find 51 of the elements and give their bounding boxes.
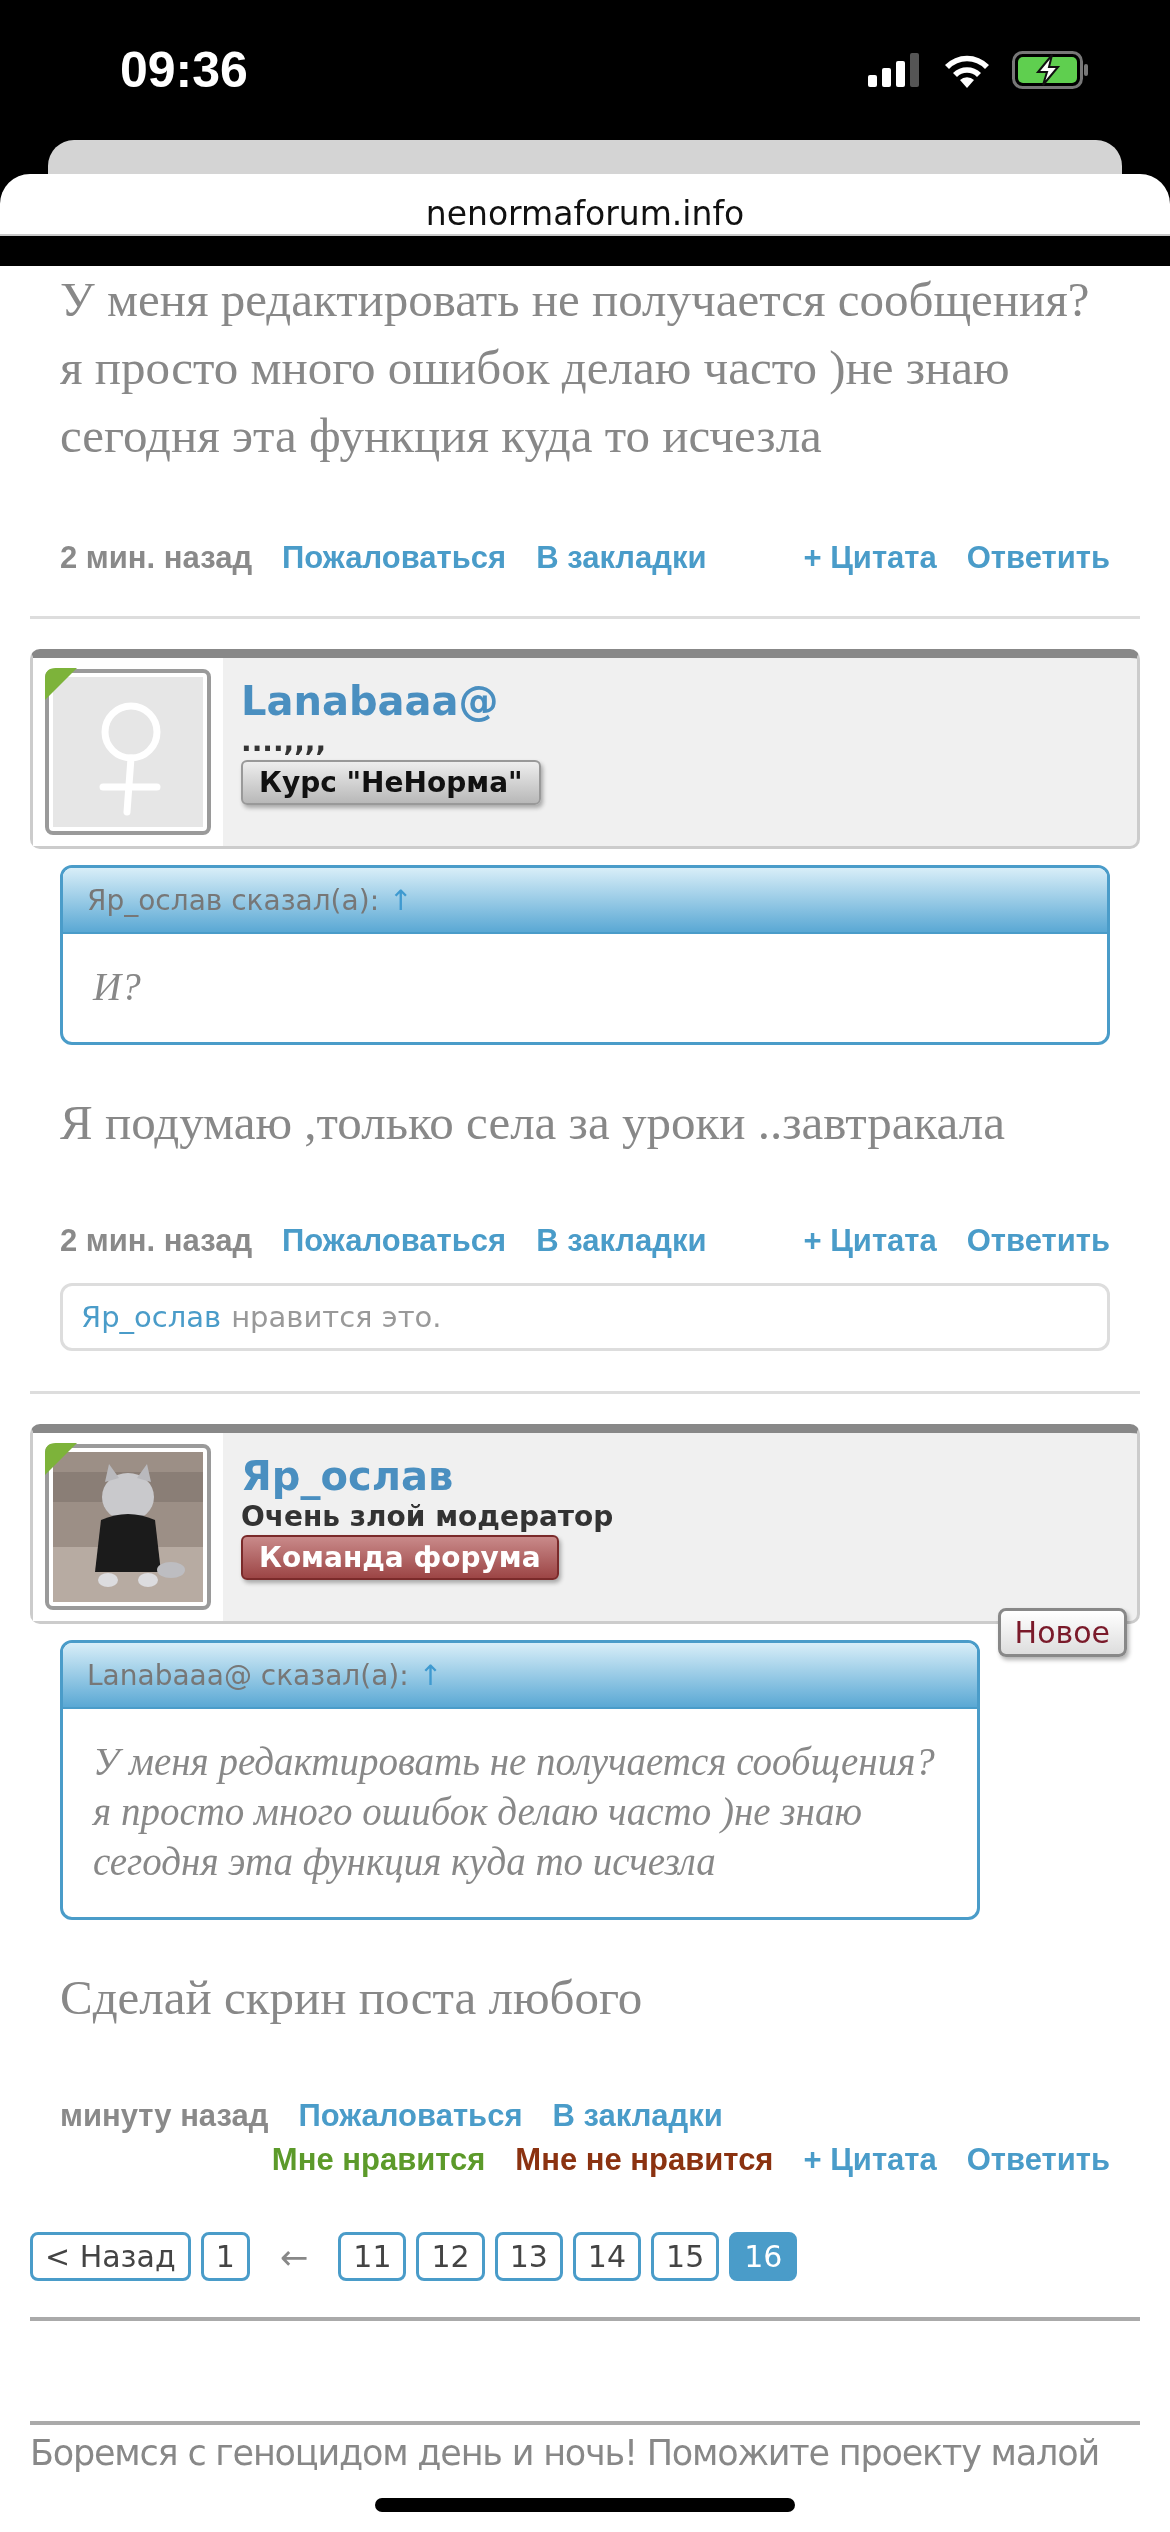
signal-icon [868,53,922,87]
post-action-link[interactable]: В закладки [536,1223,707,1259]
battery-icon [1012,51,1090,89]
footer-text: Боремся с геноцидом день и ночь! Поможите проекту малой [30,2432,1099,2475]
post-text: У меня редактировать не получается сообщения? я просто много ошибок делаю часто )не знаю сегодня эта функция куда то исчезла [59,271,1091,465]
liker-link[interactable]: Яр_ослав [81,1300,222,1334]
post-text: Я подумаю ,только села за уроки ..завтракала [59,1094,1006,1152]
post-time: 2 мин. назад [60,1223,253,1259]
username[interactable]: Lanabaaa@ [241,678,499,724]
page-button[interactable]: 1 [200,2232,250,2281]
post-action-link[interactable]: В закладки [552,2098,723,2134]
post-action-link[interactable]: Пожаловаться [282,540,507,576]
page-button[interactable]: 12 [416,2232,485,2281]
quote-link[interactable]: ↑ [418,1658,443,1692]
quote-link[interactable]: ↑ [389,883,413,917]
url-text[interactable]: nenormaforum.info [425,194,745,234]
quote-author: Lanabaaa@ сказал(а): [87,1658,409,1692]
new-label: Новое [997,1608,1127,1657]
post-action-link[interactable]: В закладки [536,540,707,576]
post-text: Сделай скрин поста любого [59,1969,644,2027]
post-time: 2 мин. назад [60,540,253,576]
post-action-link[interactable]: + Цитата [803,2142,937,2178]
post-action-link[interactable]: Ответить [966,1223,1110,1259]
username[interactable]: Яр_ослав [241,1453,454,1499]
post-action-link[interactable]: + Цитата [803,1223,937,1259]
post-action-link[interactable]: Ответить [966,2142,1110,2178]
avatar[interactable] [45,1444,211,1610]
page-button[interactable]: 15 [651,2232,720,2281]
post-action-link[interactable]: Пожаловаться [282,1223,507,1259]
user-title: Очень злой модератор [241,1500,614,1535]
quote-text: И? [91,964,142,1010]
post-action-link[interactable]: Ответить [966,540,1110,576]
status-time: 09:36 [120,41,248,99]
post-time: минуту назад [60,2098,269,2134]
female-symbol-icon [53,677,203,827]
quote-text: У меня редактировать не получается сообщения?я просто много ошибок делаю часто )не знаю сегодня эта функция куда то исчезла [91,1739,936,1886]
user-banner: Курс "НеНорма" [241,760,541,805]
previous-page-button[interactable]: < Назад [30,2232,191,2281]
page-button[interactable]: 11 [338,2232,407,2281]
page-button[interactable]: 13 [494,2232,563,2281]
user-title: ....,,,, [241,724,327,760]
pagination-arrow: ← [278,2236,310,2277]
post-action-link[interactable]: Мне не нравится [515,2142,774,2178]
page-button[interactable]: 16 [729,2232,798,2281]
post-action-link[interactable]: Пожаловаться [298,2098,523,2134]
post-action-link[interactable]: Мне нравится [271,2142,486,2178]
likes-text: нравится это. [231,1300,442,1334]
user-banner: Команда форума [241,1535,559,1580]
post-action-link[interactable]: + Цитата [803,540,937,576]
page-button[interactable]: 14 [572,2232,642,2281]
quote-author: Яр_ослав сказал(а): [87,883,380,917]
